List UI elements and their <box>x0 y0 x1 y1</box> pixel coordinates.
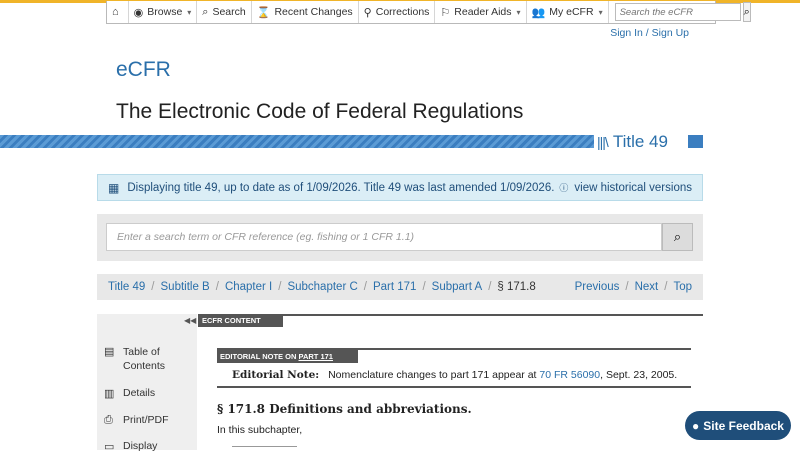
header-search-button[interactable]: ⌕ <box>742 2 751 22</box>
search-icon: ⌕ <box>202 5 209 18</box>
search-input[interactable]: Enter a search term or CFR reference (eg… <box>106 223 662 251</box>
calendar-icon: ▦ <box>108 180 120 195</box>
editorial-note-part-link[interactable]: PART 171 <box>299 352 333 361</box>
chevron-down-icon: ▾ <box>598 7 603 17</box>
users-icon: 👥 <box>531 6 546 19</box>
brand-logo[interactable]: eCFR <box>116 58 171 82</box>
previous-link[interactable]: Previous <box>575 281 620 293</box>
next-link[interactable]: Next <box>635 281 659 293</box>
editorial-note-date: , Sept. 23, 2005. <box>600 369 678 381</box>
editorial-note-text: Nomenclature changes to part 171 appear … <box>328 369 537 381</box>
nav-home[interactable]: ⌂ <box>107 1 129 23</box>
search-icon: ⌕ <box>673 229 682 244</box>
collapse-icon[interactable]: ◀◀ <box>184 316 196 325</box>
nav-browse-label: Browse <box>147 6 183 18</box>
signpost-icon: ⚐ <box>440 6 451 19</box>
section-heading: § 171.8 Definitions and abbreviations. <box>217 402 472 416</box>
nav-reader-aids-label: Reader Aids <box>454 6 512 18</box>
federal-register-link[interactable]: 70 FR 56090 <box>539 369 600 381</box>
notice-text: Displaying title 49, up to date as of 1/… <box>127 181 555 194</box>
nav-recent-changes-label: Recent Changes <box>274 6 353 18</box>
sidebar-item-details[interactable]: ▥ Details <box>104 387 155 400</box>
editorial-note-tab-prefix: EDITORIAL NOTE ON <box>220 352 297 361</box>
nav-reader-aids[interactable]: ⚐ Reader Aids ▾ <box>435 1 527 23</box>
breadcrumb-separator: / <box>664 281 668 293</box>
title-badge-label: Title 49 <box>612 132 668 151</box>
breadcrumb-chapter[interactable]: Chapter I <box>225 281 272 293</box>
definition-divider <box>232 446 297 451</box>
top-navigation: ⌂ ◉ Browse ▾ ⌕ Search ⌛ Recent Changes ⚲… <box>106 1 751 24</box>
nav-browse[interactable]: ◉ Browse ▾ <box>129 1 198 23</box>
site-feedback-button[interactable]: ● Site Feedback <box>685 411 791 440</box>
editorial-note: EDITORIAL NOTE ON PART 171 Editorial Not… <box>217 348 691 388</box>
info-icon[interactable]: ⓘ <box>559 181 568 194</box>
breadcrumb-subtitle[interactable]: Subtitle B <box>161 281 210 293</box>
breadcrumb-current: § 171.8 <box>497 281 536 293</box>
breadcrumb-part[interactable]: Part 171 <box>373 281 416 293</box>
display-icon: ▭ <box>104 441 115 453</box>
status-notice: ▦ Displaying title 49, up to date as of … <box>97 174 703 201</box>
sidebar-item-label: Table of Contents <box>123 346 166 372</box>
site-feedback-label: Site Feedback <box>703 418 784 433</box>
breadcrumb-separator: / <box>422 281 426 293</box>
nav-my-ecfr[interactable]: 👥 My eCFR ▾ <box>527 1 609 23</box>
nav-recent-changes[interactable]: ⌛ Recent Changes <box>252 1 359 23</box>
nav-search-label: Search <box>212 6 246 18</box>
section-body: In this subchapter, <box>217 424 303 436</box>
print-icon: ⎙ <box>104 414 113 426</box>
signin-link[interactable]: Sign In / Sign Up <box>610 27 689 39</box>
title-badge[interactable]: |||\ Title 49 <box>597 132 668 151</box>
book-icon: ▤ <box>104 346 115 358</box>
section-navigation: Previous / Next / Top <box>575 281 692 293</box>
hourglass-icon: ⌛ <box>256 6 271 19</box>
sidebar: ◀◀ ▤ Table of Contents ▥ Details ⎙ Print… <box>97 314 197 453</box>
breadcrumb-title[interactable]: Title 49 <box>108 281 145 293</box>
title-stripe-end <box>688 135 703 148</box>
nav-my-ecfr-label: My eCFR <box>549 6 594 18</box>
breadcrumb-separator: / <box>488 281 492 293</box>
person-icon: ⚲ <box>363 6 372 19</box>
editorial-note-body: Editorial Note: Nomenclature changes to … <box>232 369 677 381</box>
search-button[interactable]: ⌕ <box>662 223 693 251</box>
chevron-down-icon: ▾ <box>516 7 521 17</box>
chevron-down-icon: ▾ <box>187 7 192 17</box>
sidebar-item-label: Details <box>123 387 156 399</box>
nav-corrections[interactable]: ⚲ Corrections <box>359 1 436 23</box>
books-icon: |||\ <box>597 134 609 150</box>
header-search-input[interactable] <box>614 3 741 21</box>
sidebar-item-label: Print/PDF <box>123 414 169 426</box>
breadcrumb-subpart[interactable]: Subpart A <box>432 281 483 293</box>
details-icon: ▥ <box>104 388 115 400</box>
editorial-note-tab: EDITORIAL NOTE ON PART 171 <box>217 350 358 363</box>
eye-icon: ◉ <box>133 6 144 19</box>
content-tab: ECFR CONTENT <box>198 314 283 327</box>
historical-versions-link[interactable]: view historical versions <box>574 182 692 194</box>
breadcrumb: Title 49 / Subtitle B / Chapter I / Subc… <box>97 274 703 300</box>
chat-icon: ● <box>692 418 700 433</box>
site-title: The Electronic Code of Federal Regulatio… <box>116 100 524 123</box>
sidebar-item-display[interactable]: ▭ Display <box>104 440 157 453</box>
nav-search[interactable]: ⌕ Search <box>197 1 252 23</box>
top-link[interactable]: Top <box>673 281 692 293</box>
search-panel: Enter a search term or CFR reference (eg… <box>97 214 703 261</box>
breadcrumb-separator: / <box>363 281 367 293</box>
sidebar-item-label: Display <box>123 440 158 452</box>
nav-corrections-label: Corrections <box>375 6 430 18</box>
breadcrumb-separator: / <box>215 281 219 293</box>
home-icon: ⌂ <box>112 6 119 18</box>
title-stripe <box>0 135 594 148</box>
search-icon: ⌕ <box>743 5 750 18</box>
breadcrumb-separator: / <box>151 281 155 293</box>
breadcrumb-separator: / <box>278 281 282 293</box>
sidebar-item-print[interactable]: ⎙ Print/PDF <box>104 414 169 427</box>
sidebar-item-table-of-contents[interactable]: ▤ Table of Contents <box>104 345 183 373</box>
editorial-note-label: Editorial Note: <box>232 369 320 381</box>
breadcrumb-separator: / <box>625 281 629 293</box>
breadcrumb-subchapter[interactable]: Subchapter C <box>287 281 357 293</box>
